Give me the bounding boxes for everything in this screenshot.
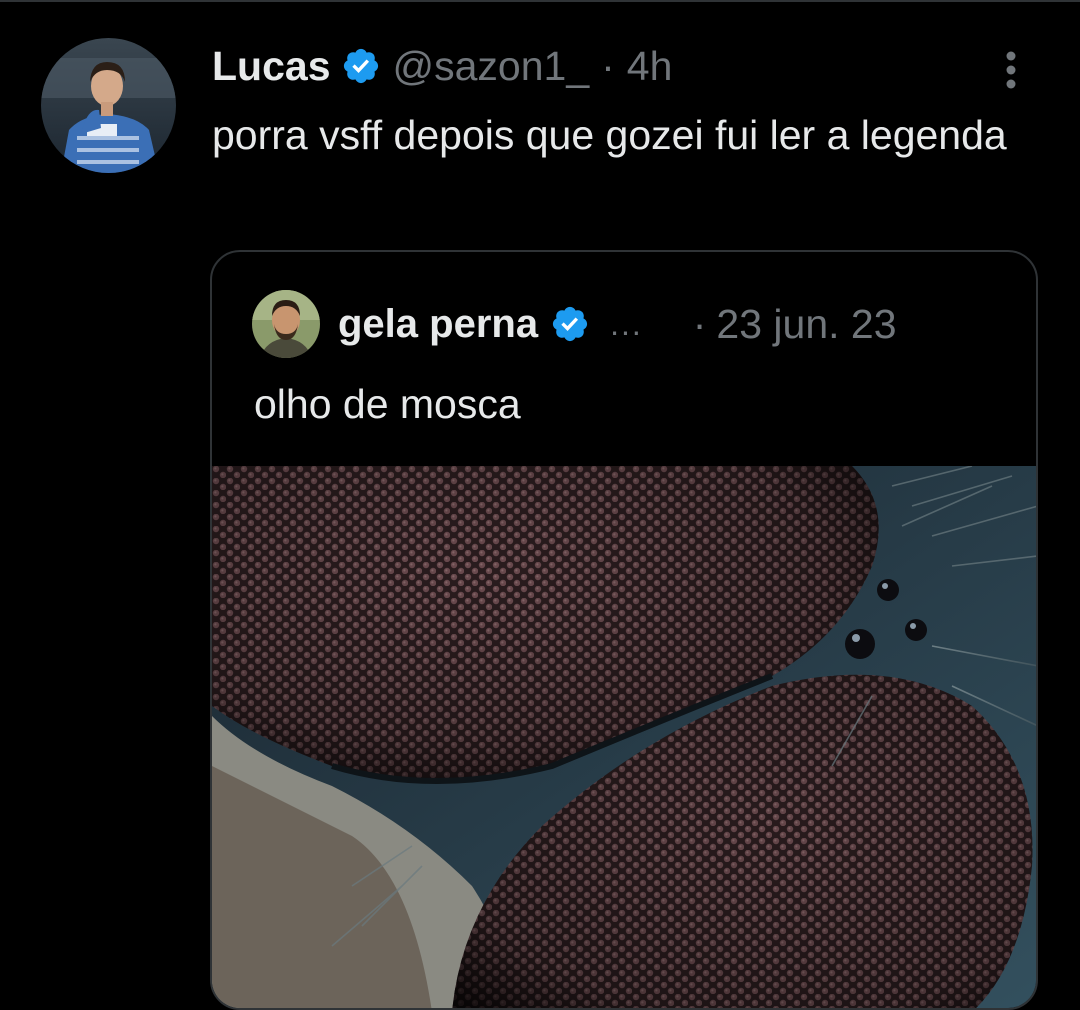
author-avatar[interactable] xyxy=(41,38,176,173)
quoted-author-avatar[interactable] xyxy=(252,290,320,358)
fly-eye-photo xyxy=(212,466,1036,1008)
quoted-tweet-header: gela perna ... · 23 jun. 23 xyxy=(338,294,897,354)
tweet-header: Lucas @sazon1_ · 4h xyxy=(212,38,672,94)
quoted-tweet-text: olho de mosca xyxy=(254,381,521,427)
quoted-author-display-name[interactable]: gela perna xyxy=(338,302,538,347)
author-handle[interactable]: @sazon1_ xyxy=(393,43,590,90)
quoted-tweet-date[interactable]: 23 jun. 23 xyxy=(716,301,896,348)
tweet[interactable]: Lucas @sazon1_ · 4h porra vsff depois qu… xyxy=(0,0,1080,1010)
verified-badge-icon[interactable] xyxy=(341,46,381,86)
tweet-text: porra vsff depois que gozei fui ler a le… xyxy=(212,112,1007,158)
truncated-handle-ellipsis: ... xyxy=(610,305,643,342)
tweet-timestamp[interactable]: 4h xyxy=(627,43,673,90)
separator-dot: · xyxy=(601,42,615,89)
quoted-tweet-media[interactable] xyxy=(212,466,1036,1008)
author-display-name[interactable]: Lucas xyxy=(212,43,331,90)
verified-badge-icon[interactable] xyxy=(550,304,590,344)
separator-dot: · xyxy=(692,300,707,347)
more-options-icon[interactable] xyxy=(996,48,1026,92)
quoted-tweet[interactable]: gela perna ... · 23 jun. 23 olho de mosc… xyxy=(210,250,1038,1010)
